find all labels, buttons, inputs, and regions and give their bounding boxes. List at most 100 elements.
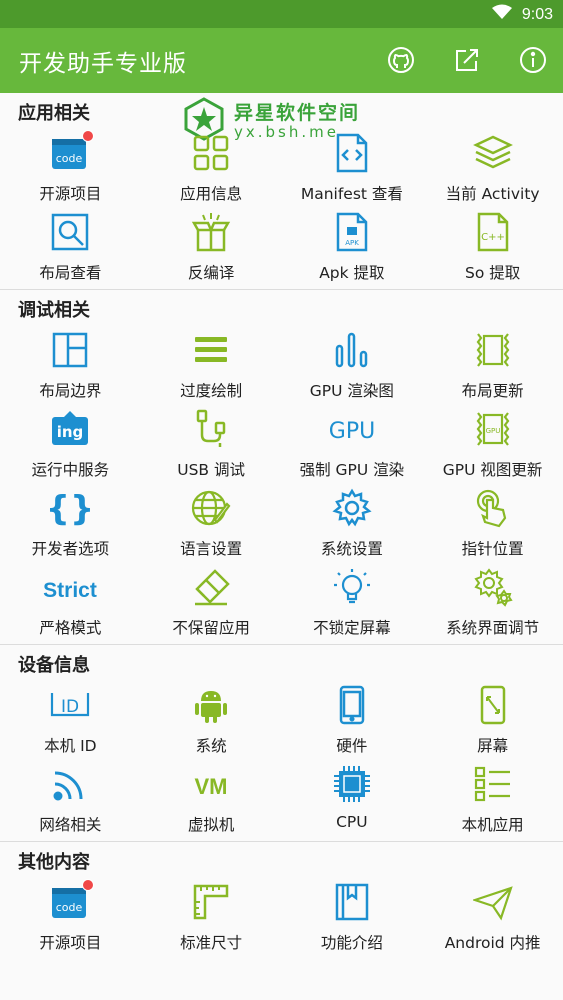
item-layout-view[interactable]: 布局查看: [0, 208, 141, 287]
item-label: 硬件: [336, 737, 368, 755]
section-title: 设备信息: [18, 655, 90, 676]
item-device-id[interactable]: ID 本机 ID: [0, 681, 141, 760]
eraser-icon: [191, 567, 231, 607]
gears-icon: [473, 567, 513, 607]
item-label: 不锁定屏幕: [313, 619, 391, 637]
svg-text:ing: ing: [57, 423, 84, 441]
globe-icon: [191, 488, 231, 528]
item-label: 系统设置: [320, 540, 383, 558]
item-dont-keep-activities[interactable]: 不保留应用: [141, 563, 282, 642]
layout-bounds-icon: [50, 330, 90, 370]
app-title: 开发助手专业版: [19, 50, 187, 77]
wifi-icon: [50, 764, 90, 804]
section-title: 其他内容: [18, 852, 90, 873]
item-label: 过度绘制: [180, 382, 243, 400]
item-label: 开源项目: [39, 185, 102, 203]
item-label: 应用信息: [180, 185, 243, 203]
item-apk-extract[interactable]: APK Apk 提取: [282, 208, 423, 287]
item-hardware[interactable]: 硬件: [282, 681, 423, 760]
gpu-text-icon: GPU: [322, 409, 382, 449]
item-label: 功能介绍: [320, 934, 383, 952]
item-usb-debug[interactable]: USB 调试: [141, 405, 282, 484]
item-strict-mode[interactable]: Strict 严格模式: [0, 563, 141, 642]
info-icon[interactable]: [517, 44, 549, 76]
item-system-settings[interactable]: 系统设置: [282, 484, 423, 563]
item-gpu-view-update[interactable]: GPU GPU 视图更新: [422, 405, 563, 484]
item-label: 布局边界: [39, 382, 102, 400]
svg-text:APK: APK: [345, 239, 359, 247]
vm-icon: VM: [191, 764, 231, 804]
share-icon[interactable]: [451, 44, 483, 76]
item-overdraw[interactable]: 过度绘制: [141, 326, 282, 405]
item-activity[interactable]: 当前 Activity: [422, 129, 563, 208]
item-label: 系统界面调节: [446, 619, 540, 637]
item-label: Android 内推: [444, 934, 541, 952]
item-virtual-machine[interactable]: VM 虚拟机: [141, 760, 282, 839]
section-title: 调试相关: [18, 300, 90, 321]
item-label: USB 调试: [177, 461, 245, 479]
item-language[interactable]: 语言设置: [141, 484, 282, 563]
section-other: 其他内容 code 开源项目 标准尺寸 功能介绍 Android 内推: [0, 842, 563, 966]
svg-text:GPU: GPU: [329, 419, 375, 444]
item-so-extract[interactable]: C++ So 提取: [422, 208, 563, 287]
item-gpu-render-graph[interactable]: GPU 渲染图: [282, 326, 423, 405]
grid-icon: [191, 133, 231, 173]
section-device: 设备信息 ID 本机 ID 系统 硬件 屏幕 网络相关 VM 虚拟机 CPU 本…: [0, 645, 563, 842]
box-icon: [191, 212, 231, 252]
item-label: 反编译: [187, 264, 235, 282]
item-standard-size[interactable]: 标准尺寸: [141, 878, 282, 957]
item-screen[interactable]: 屏幕: [422, 681, 563, 760]
item-system[interactable]: 系统: [141, 681, 282, 760]
item-label: 布局查看: [39, 264, 102, 282]
item-pointer-location[interactable]: 指针位置: [422, 484, 563, 563]
item-features[interactable]: 功能介绍: [282, 878, 423, 957]
strict-icon: Strict: [40, 567, 100, 607]
android-icon: [191, 685, 231, 725]
book-icon: [332, 882, 372, 922]
svg-text:VM: VM: [195, 774, 228, 799]
item-decompile[interactable]: 反编译: [141, 208, 282, 287]
item-system-ui-tuner[interactable]: 系统界面调节: [422, 563, 563, 642]
item-label: GPU 视图更新: [442, 461, 543, 479]
xml-file-icon: [332, 133, 372, 173]
gpu-view-icon: GPU: [473, 409, 513, 449]
layers-icon: [472, 133, 513, 173]
hamburger-icon: [191, 330, 231, 370]
watermark-name: 异星软件空间: [234, 101, 361, 124]
item-label: 屏幕: [477, 737, 509, 755]
item-developer-options[interactable]: {} 开发者选项: [0, 484, 141, 563]
item-label: 当前 Activity: [445, 185, 540, 203]
item-label: 系统: [195, 737, 227, 755]
svg-text:C++: C++: [481, 232, 505, 243]
item-label: 本机 ID: [44, 737, 97, 755]
magnifier-icon: [50, 212, 90, 252]
item-force-gpu[interactable]: GPU 强制 GPU 渲染: [282, 405, 423, 484]
usb-icon: [191, 409, 231, 449]
item-stay-awake[interactable]: 不锁定屏幕: [282, 563, 423, 642]
svg-text:Strict: Strict: [44, 579, 98, 602]
id-icon: ID: [50, 685, 90, 725]
item-layout-bounds[interactable]: 布局边界: [0, 326, 141, 405]
item-label: 开发者选项: [31, 540, 110, 558]
app-bar: 开发助手专业版: [0, 28, 563, 93]
svg-text:GPU: GPU: [485, 427, 500, 435]
section-debug: 调试相关 布局边界 过度绘制 GPU 渲染图 布局更新 ing 运行中服务 US…: [0, 290, 563, 645]
svg-text:code: code: [56, 152, 83, 165]
item-label: 强制 GPU 渲染: [299, 461, 405, 479]
github-icon[interactable]: [385, 44, 417, 76]
item-network[interactable]: 网络相关: [0, 760, 141, 839]
item-layout-update[interactable]: 布局更新: [422, 326, 563, 405]
item-running-services[interactable]: ing 运行中服务: [0, 405, 141, 484]
item-android-referral[interactable]: Android 内推: [422, 878, 563, 957]
item-label: 运行中服务: [31, 461, 110, 479]
gear-icon: [332, 488, 372, 528]
item-installed-apps[interactable]: 本机应用: [422, 760, 563, 839]
item-open-source[interactable]: code 开源项目: [0, 129, 141, 208]
bulb-icon: [332, 567, 372, 607]
item-open-source-2[interactable]: code 开源项目: [0, 878, 141, 957]
send-icon: [472, 882, 513, 922]
item-label: Apk 提取: [319, 264, 385, 282]
status-time: 9:03: [521, 5, 553, 23]
phone-icon: [332, 685, 372, 725]
item-cpu[interactable]: CPU: [282, 760, 423, 839]
